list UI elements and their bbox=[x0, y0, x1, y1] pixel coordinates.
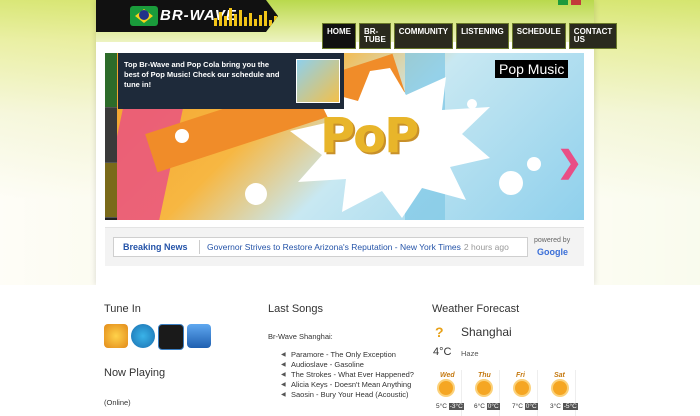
chevron-right-icon: ❯❯ bbox=[557, 146, 584, 179]
list-item: Alicia Keys - Doesn't Mean Anything bbox=[281, 380, 414, 390]
list-item: Audioslave - Gasoline bbox=[281, 360, 414, 370]
banner-art-text: PoP bbox=[320, 108, 419, 164]
language-switcher bbox=[558, 0, 581, 5]
day-name: Wed bbox=[440, 372, 455, 379]
last-songs-list: Paramore - The Only Exception Audioslave… bbox=[281, 350, 414, 400]
news-ticker: Breaking News Governor Strives to Restor… bbox=[105, 227, 584, 266]
day-name: Thu bbox=[478, 372, 491, 379]
real-player-icon[interactable] bbox=[158, 324, 184, 350]
hero-banner[interactable]: PoP ❯❯ Top Br-Wave and Pop Cola bring yo… bbox=[105, 53, 584, 220]
english-flag-icon[interactable] bbox=[571, 0, 581, 5]
weather-condition: Haze bbox=[461, 349, 479, 358]
portuguese-flag-icon[interactable] bbox=[558, 0, 568, 5]
banner-dot bbox=[175, 129, 189, 143]
slide-thumb[interactable] bbox=[105, 163, 117, 218]
nav-home[interactable]: HOME bbox=[322, 23, 356, 49]
banner-dot bbox=[499, 171, 523, 195]
nav-community[interactable]: COMMUNITY bbox=[393, 23, 454, 49]
windows-media-player-icon[interactable] bbox=[131, 324, 155, 348]
promo-text: Top Br-Wave and Pop Cola bring you the b… bbox=[124, 60, 280, 89]
temp-low: 0°C bbox=[524, 403, 538, 410]
day-temps: 5°C -3°C bbox=[436, 403, 464, 410]
banner-dot bbox=[467, 99, 477, 109]
temp-high: 6°C bbox=[474, 403, 485, 410]
main-container: BR-WAVE HOME BR-TUBE COMMUNITY LISTENING… bbox=[96, 0, 618, 285]
nav-contact-us[interactable]: CONTACT US bbox=[568, 23, 618, 49]
sun-icon bbox=[439, 381, 453, 395]
breaking-news-label: Breaking News bbox=[123, 242, 188, 252]
forecast-day: Thu 6°C 0°C bbox=[470, 370, 500, 416]
temp-high: 3°C bbox=[550, 403, 561, 410]
news-headline[interactable]: Governor Strives to Restore Arizona's Re… bbox=[207, 242, 509, 252]
day-temps: 7°C 0°C bbox=[512, 403, 538, 410]
weather-unknown-icon: ? bbox=[435, 324, 444, 340]
list-item: Paramore - The Only Exception bbox=[281, 350, 414, 360]
day-temps: 3°C -5°C bbox=[550, 403, 578, 410]
temp-low: -5°C bbox=[562, 403, 578, 410]
flag-globe-icon bbox=[139, 10, 149, 20]
nav-br-tube[interactable]: BR-TUBE bbox=[359, 23, 391, 49]
nav-schedule[interactable]: SCHEDULE bbox=[511, 23, 566, 49]
day-name: Sat bbox=[554, 372, 565, 379]
promo-thumbnail[interactable] bbox=[296, 59, 340, 103]
forecast-day: Wed 5°C -3°C bbox=[432, 370, 464, 416]
weather-heading: Weather Forecast bbox=[432, 303, 520, 315]
slide-thumb[interactable] bbox=[105, 108, 117, 163]
forecast-day: Sat 3°C -5°C bbox=[546, 370, 578, 416]
banner-dot bbox=[527, 157, 541, 171]
banner-tag: Pop Music bbox=[495, 60, 569, 78]
slide-thumb[interactable] bbox=[105, 53, 117, 108]
player-links bbox=[104, 324, 211, 350]
list-item: The Strokes - What Ever Happened? bbox=[281, 370, 414, 380]
google-logo[interactable]: Google bbox=[537, 247, 568, 257]
site-logo[interactable]: BR-WAVE bbox=[96, 0, 278, 32]
now-playing-status: (Online) bbox=[104, 398, 131, 407]
day-temps: 6°C 0°C bbox=[474, 403, 500, 410]
temp-low: 0°C bbox=[486, 403, 500, 410]
tune-in-heading: Tune In bbox=[104, 303, 141, 315]
winamp-icon[interactable] bbox=[104, 324, 128, 348]
news-headline-text[interactable]: Governor Strives to Restore Arizona's Re… bbox=[207, 242, 461, 252]
station-label: Br-Wave Shanghai: bbox=[268, 332, 333, 341]
banner-dot bbox=[245, 183, 267, 205]
sun-icon bbox=[515, 381, 529, 395]
day-name: Fri bbox=[516, 372, 525, 379]
sun-icon bbox=[553, 381, 567, 395]
news-box: Breaking News Governor Strives to Restor… bbox=[113, 237, 528, 257]
sun-icon bbox=[477, 381, 491, 395]
equalizer-icon bbox=[214, 6, 278, 26]
itunes-icon[interactable] bbox=[187, 324, 211, 348]
temp-low: -3°C bbox=[448, 403, 464, 410]
divider bbox=[199, 240, 200, 254]
forecast-day: Fri 7°C 0°C bbox=[508, 370, 538, 416]
powered-by-label: powered by bbox=[534, 237, 571, 244]
main-nav: HOME BR-TUBE COMMUNITY LISTENING SCHEDUL… bbox=[322, 23, 618, 49]
news-time: 2 hours ago bbox=[463, 242, 509, 252]
temp-high: 7°C bbox=[512, 403, 523, 410]
nav-listening[interactable]: LISTENING bbox=[456, 23, 509, 49]
weather-forecast-days: Wed 5°C -3°C Thu 6°C 0°C Fri 7°C 0°C Sat… bbox=[432, 370, 578, 416]
site-header: BR-WAVE HOME BR-TUBE COMMUNITY LISTENING… bbox=[96, 0, 618, 49]
last-songs-heading: Last Songs bbox=[268, 303, 324, 315]
banner-slide-selector bbox=[105, 53, 117, 220]
current-temperature: 4°C bbox=[433, 346, 452, 358]
promo-box: Top Br-Wave and Pop Cola bring you the b… bbox=[118, 53, 344, 109]
list-item: Saosin - Bury Your Head (Acoustic) bbox=[281, 390, 414, 400]
weather-city: Shanghai bbox=[461, 325, 512, 339]
temp-high: 5°C bbox=[436, 403, 447, 410]
now-playing-heading: Now Playing bbox=[104, 367, 166, 379]
